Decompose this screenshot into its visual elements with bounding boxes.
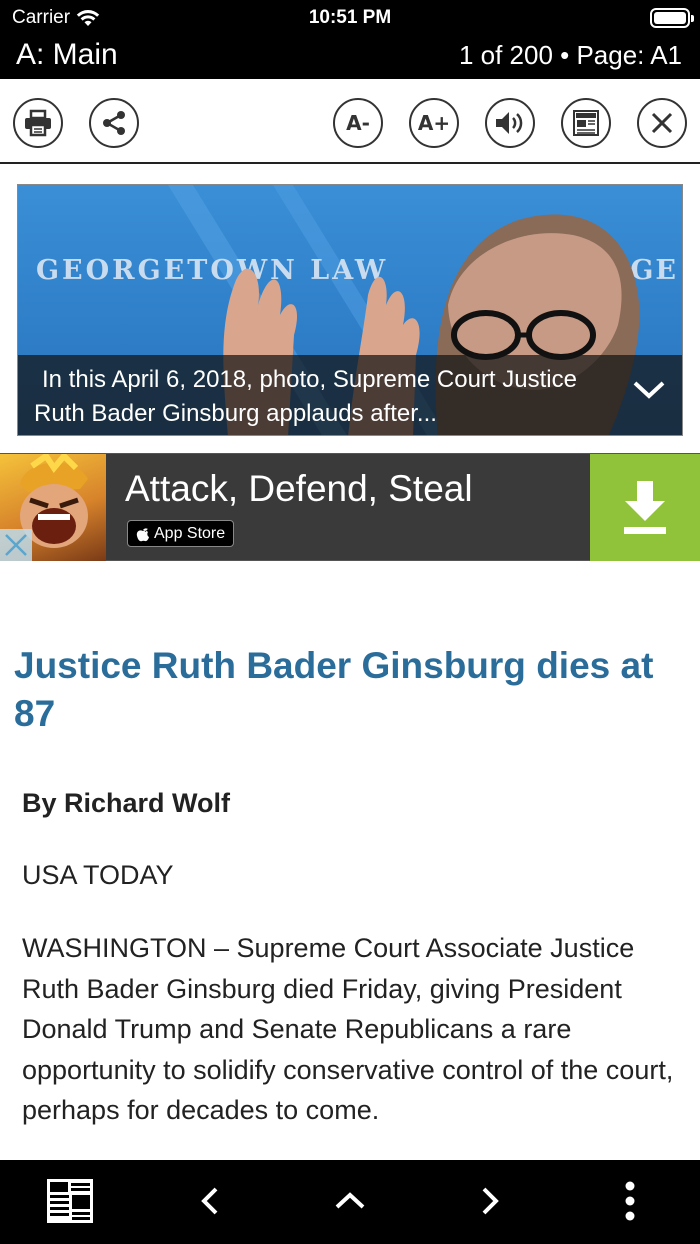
- apple-icon: [136, 527, 149, 541]
- share-button[interactable]: [89, 98, 139, 148]
- chevron-up-icon: [335, 1192, 365, 1209]
- font-increase-button[interactable]: A+: [409, 98, 459, 148]
- more-options-button[interactable]: [605, 1176, 655, 1226]
- article-source: USA TODAY: [22, 860, 174, 890]
- ad-title: Attack, Defend, Steal: [125, 468, 473, 509]
- more-vertical-icon: [625, 1181, 635, 1221]
- battery-icon: [650, 8, 694, 28]
- ad-download-button[interactable]: [590, 454, 700, 561]
- ad-banner[interactable]: Attack, Defend, Steal App Store: [0, 453, 700, 561]
- font-decrease-button[interactable]: A-: [333, 98, 383, 148]
- newspaper-view-button[interactable]: [561, 98, 611, 148]
- article-toolbar: A- A+: [0, 79, 700, 164]
- font-increase-label: A+: [417, 111, 451, 135]
- newspaper-button[interactable]: [45, 1176, 95, 1226]
- bottom-toolbar: [0, 1160, 700, 1244]
- page-indicator: 1 of 200 • Page: A1: [458, 40, 682, 70]
- font-decrease-label: A-: [346, 111, 370, 135]
- section-title[interactable]: A: Main: [16, 38, 118, 72]
- download-icon: [624, 480, 666, 534]
- article-body: WASHINGTON – Supreme Court Associate Jus…: [22, 933, 674, 1125]
- article-byline: By Richard Wolf: [22, 788, 231, 818]
- speaker-icon: [496, 112, 523, 134]
- next-article-button[interactable]: [465, 1176, 515, 1226]
- photo-caption: In this April 6, 2018, photo, Supreme Co…: [34, 366, 577, 427]
- status-bar: Carrier 10:51 PM: [0, 0, 700, 36]
- chevron-left-icon: [201, 1187, 218, 1215]
- photo-caption-bar[interactable]: In this April 6, 2018, photo, Supreme Co…: [18, 355, 682, 435]
- nav-bar: A: Main 1 of 200 • Page: A1: [0, 36, 700, 79]
- newspaper-icon: [573, 110, 599, 136]
- newspaper-icon: [47, 1179, 93, 1223]
- close-icon: [5, 534, 27, 556]
- app-store-badge[interactable]: App Store: [127, 520, 235, 547]
- previous-article-button[interactable]: [185, 1176, 235, 1226]
- status-time: 10:51 PM: [308, 7, 392, 28]
- article-headline: Justice Ruth Bader Ginsburg dies at 87: [14, 645, 654, 734]
- scroll-up-button[interactable]: [325, 1176, 375, 1226]
- audio-button[interactable]: [485, 98, 535, 148]
- ad-app-icon: [0, 454, 106, 561]
- app-store-label: App Store: [154, 524, 226, 542]
- chevron-down-icon[interactable]: [632, 379, 666, 401]
- share-icon: [103, 111, 125, 135]
- printer-icon: [25, 109, 51, 137]
- article-photo[interactable]: GEORGETOWN LAW ORGE In this April 6, 201…: [17, 184, 683, 436]
- close-icon: [651, 112, 673, 134]
- chevron-right-icon: [482, 1187, 499, 1215]
- ad-close-button[interactable]: [0, 529, 32, 561]
- print-button[interactable]: [13, 98, 63, 148]
- close-button[interactable]: [637, 98, 687, 148]
